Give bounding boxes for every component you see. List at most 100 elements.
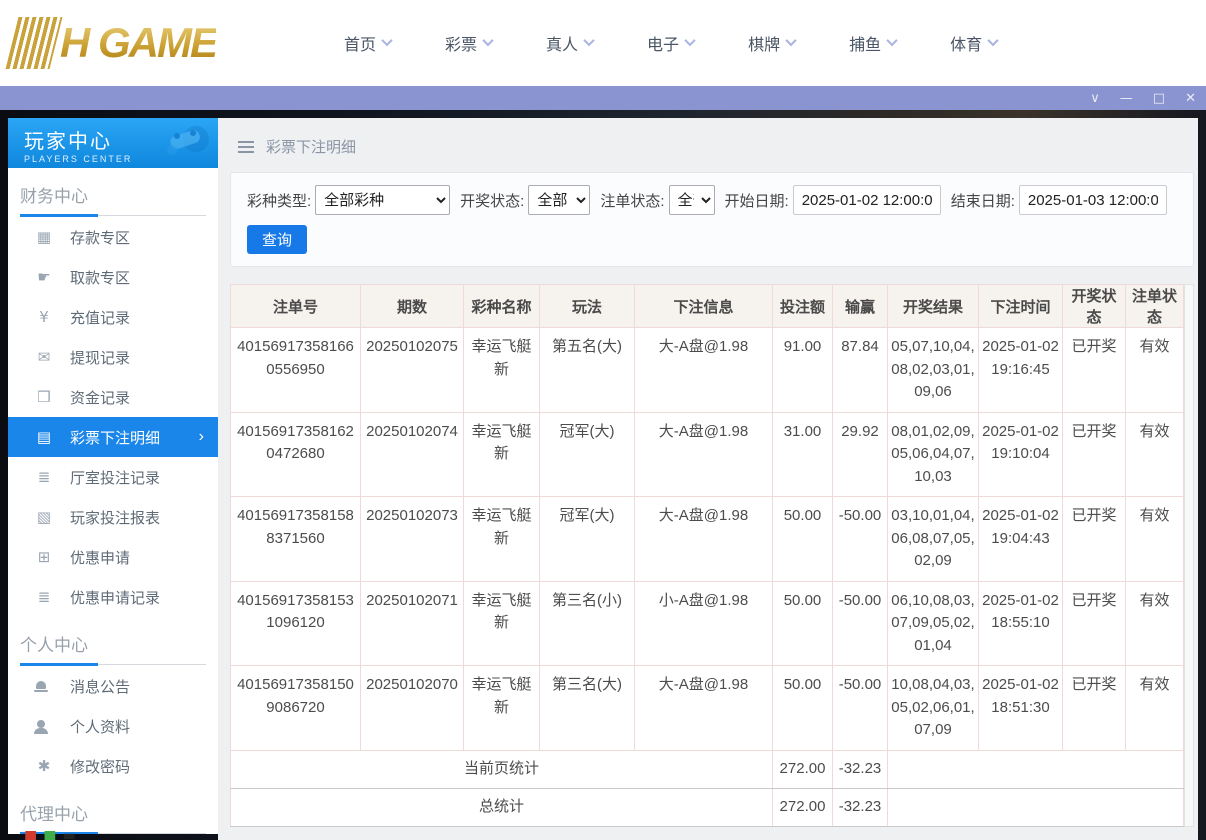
search-button[interactable]: 查询: [247, 225, 308, 254]
cell-win-loss: -50.00: [832, 665, 888, 751]
summary-label: 当前页统计: [230, 749, 773, 789]
nav-item-fishing[interactable]: 捕鱼: [849, 31, 898, 55]
cell-draw-result: 03,10,01,04,06,08,07,05,02,09: [887, 496, 979, 582]
end-date-input[interactable]: [1018, 185, 1167, 215]
table-scrollbar[interactable]: [1184, 284, 1194, 827]
table-body: 401569173581660556950 20250102075 幸运飞艇新 第五名…: [230, 327, 1184, 827]
nav-item-label: 棋牌: [748, 37, 781, 54]
cell-draw-status: 已开奖: [1062, 665, 1126, 751]
cell-lottery-name: 幸运飞艇新: [463, 327, 540, 413]
underline-rest: [98, 833, 206, 834]
sidebar-item-withdrawal-records[interactable]: ✉ 提现记录: [8, 337, 218, 377]
section-title-agent-center: 代理中心: [20, 805, 88, 824]
cell-order-status: 有效: [1125, 411, 1184, 497]
promo-gift-icon: ⊞: [37, 548, 51, 566]
sidebar-header: 玩家中心 PLAYERS CENTER: [8, 118, 218, 168]
col-header-draw-status: 开奖状态: [1062, 284, 1126, 328]
draw-status-label: 开奖状态:: [460, 192, 525, 210]
sidebar-item-lottery-bet-details[interactable]: ▤ 彩票下注明细 ›: [8, 417, 218, 457]
sidebar-item-promo-application[interactable]: ⊞ 优惠申请: [8, 537, 218, 577]
cell-draw-result: 08,01,02,09,05,06,04,07,10,03: [887, 411, 979, 497]
order-status-label: 注单状态:: [600, 192, 665, 210]
gamepad-icon: [167, 126, 209, 155]
notice-bell-icon: [34, 680, 54, 693]
cell-win-loss: -50.00: [832, 580, 888, 666]
cell-order-id: 401569173581660556950: [230, 327, 361, 413]
app-body: 玩家中心 PLAYERS CENTER 财务中心 ▦ 存款专区 ☛ 取款专区 ¥ 充值记录 ✉…: [0, 110, 1206, 840]
taskbar-red-app-icon[interactable]: ■: [24, 829, 37, 840]
cell-bet-info: 大-A盘@1.98: [634, 411, 773, 497]
chevron-down-icon: [987, 34, 999, 46]
filter-row: 彩种类型:全部彩种开奖状态:全部注单状态:全部开始日期:结束日期:: [247, 185, 1177, 215]
cell-period: 20250102074: [360, 411, 464, 497]
nav-item-slots[interactable]: 电子: [647, 31, 696, 55]
sidebar-item-player-bet-report[interactable]: ▧ 玩家投注报表: [8, 497, 218, 537]
logo[interactable]: H GAME: [5, 17, 302, 69]
sidebar-item-change-password[interactable]: ✱ 修改密码: [8, 746, 218, 786]
sidebar-item-label: 玩家投注报表: [70, 509, 161, 527]
lottery-type-select[interactable]: 全部彩种: [315, 185, 451, 215]
funds-wallet-icon: ❒: [37, 388, 51, 406]
draw-status-select[interactable]: 全部: [528, 185, 591, 215]
sidebar-item-announcements[interactable]: 消息公告: [8, 666, 218, 706]
nav-item-board-games[interactable]: 棋牌: [748, 31, 797, 55]
collapse-chevron-icon[interactable]: ∨: [1090, 92, 1100, 105]
col-header-draw-result: 开奖结果: [887, 284, 979, 328]
order-status-select[interactable]: 全部: [668, 185, 715, 215]
cell-draw-status: 已开奖: [1062, 496, 1126, 582]
sidebar-item-promo-application-records[interactable]: ≣ 优惠申请记录: [8, 577, 218, 617]
cell-play-type: 第三名(小): [539, 580, 635, 666]
maximize-icon[interactable]: □: [1153, 92, 1165, 105]
summary-bet-total: 272.00: [772, 749, 833, 789]
table-row: 401569173581509086720 20250102070 幸运飞艇新 第三名…: [230, 665, 1184, 751]
chevron-down-icon: [785, 34, 797, 46]
start-date-input[interactable]: [792, 185, 941, 215]
window-titlebar: ∨ — □ ✕: [0, 86, 1206, 110]
promo-list-icon: ≣: [37, 588, 51, 606]
cell-order-status: 有效: [1125, 496, 1184, 582]
start-date-label: 开始日期:: [724, 192, 789, 210]
cell-bet-info: 大-A盘@1.98: [634, 496, 773, 582]
underline-rest: [98, 664, 206, 665]
nav-item-home[interactable]: 首页: [344, 31, 393, 55]
sidebar-item-funds-records[interactable]: ❒ 资金记录: [8, 377, 218, 417]
taskbar-dark-app-icon[interactable]: ▬: [62, 829, 75, 840]
sidebar-item-label: 个人资料: [70, 718, 131, 736]
cell-bet-time: 2025-01-02 19:10:04: [978, 411, 1063, 497]
table-row: 401569173581660556950 20250102075 幸运飞艇新 第五名…: [230, 327, 1184, 413]
nav-item-live[interactable]: 真人: [546, 31, 595, 55]
cell-win-loss: 87.84: [832, 327, 888, 413]
chevron-down-icon: [684, 34, 696, 46]
nav-item-label: 捕鱼: [849, 37, 882, 54]
nav-item-label: 真人: [546, 37, 579, 54]
cell-bet-time: 2025-01-02 19:16:45: [978, 327, 1063, 413]
close-icon[interactable]: ✕: [1185, 92, 1196, 105]
table-row: 401569173581620472680 20250102074 幸运飞艇新 冠军(…: [230, 411, 1184, 497]
nav-item-label: 体育: [950, 37, 983, 54]
nav-item-sports[interactable]: 体育: [950, 31, 999, 55]
chevron-down-icon: [381, 34, 393, 46]
table-section: 注单号 期数 彩种名称 玩法 下注信息 投注额 输赢 开奖结果 下注时间 开奖状态 注单状态 401…: [230, 284, 1194, 827]
cell-period: 20250102075: [360, 327, 464, 413]
nav-item-lottery[interactable]: 彩票: [445, 31, 494, 55]
app-window: H GAME 首页 彩票 真人 电子 棋牌 捕鱼 体育 ∨ — □ ✕ 玩家中心 PLAYERS …: [0, 0, 1206, 840]
menu-hamburger-icon[interactable]: [238, 140, 254, 153]
chevron-down-icon: [583, 34, 595, 46]
cell-play-type: 冠军(大): [539, 496, 635, 582]
cell-play-type: 第三名(大): [539, 665, 635, 751]
minimize-icon[interactable]: —: [1120, 92, 1133, 105]
sidebar-item-profile[interactable]: 个人资料: [8, 706, 218, 746]
cell-period: 20250102071: [360, 580, 464, 666]
sidebar-item-recharge-records[interactable]: ¥ 充值记录: [8, 297, 218, 337]
col-header-lottery-name: 彩种名称: [463, 284, 540, 328]
cell-bet-info: 大-A盘@1.98: [634, 327, 773, 413]
sidebar-item-withdraw-zone[interactable]: ☛ 取款专区: [8, 257, 218, 297]
withdrawal-wallet-icon: ✉: [37, 348, 51, 366]
main-content: 彩票下注明细 彩种类型:全部彩种开奖状态:全部注单状态:全部开始日期:结束日期:…: [218, 118, 1198, 840]
sidebar-item-label: 存款专区: [70, 229, 131, 247]
taskbar-green-app-icon[interactable]: ■: [43, 829, 56, 840]
sidebar-item-hall-bet-records[interactable]: ≣ 厅室投注记录: [8, 457, 218, 497]
col-header-order-status: 注单状态: [1125, 284, 1184, 328]
cell-order-status: 有效: [1125, 580, 1184, 666]
sidebar-item-deposit-zone[interactable]: ▦ 存款专区: [8, 217, 218, 257]
